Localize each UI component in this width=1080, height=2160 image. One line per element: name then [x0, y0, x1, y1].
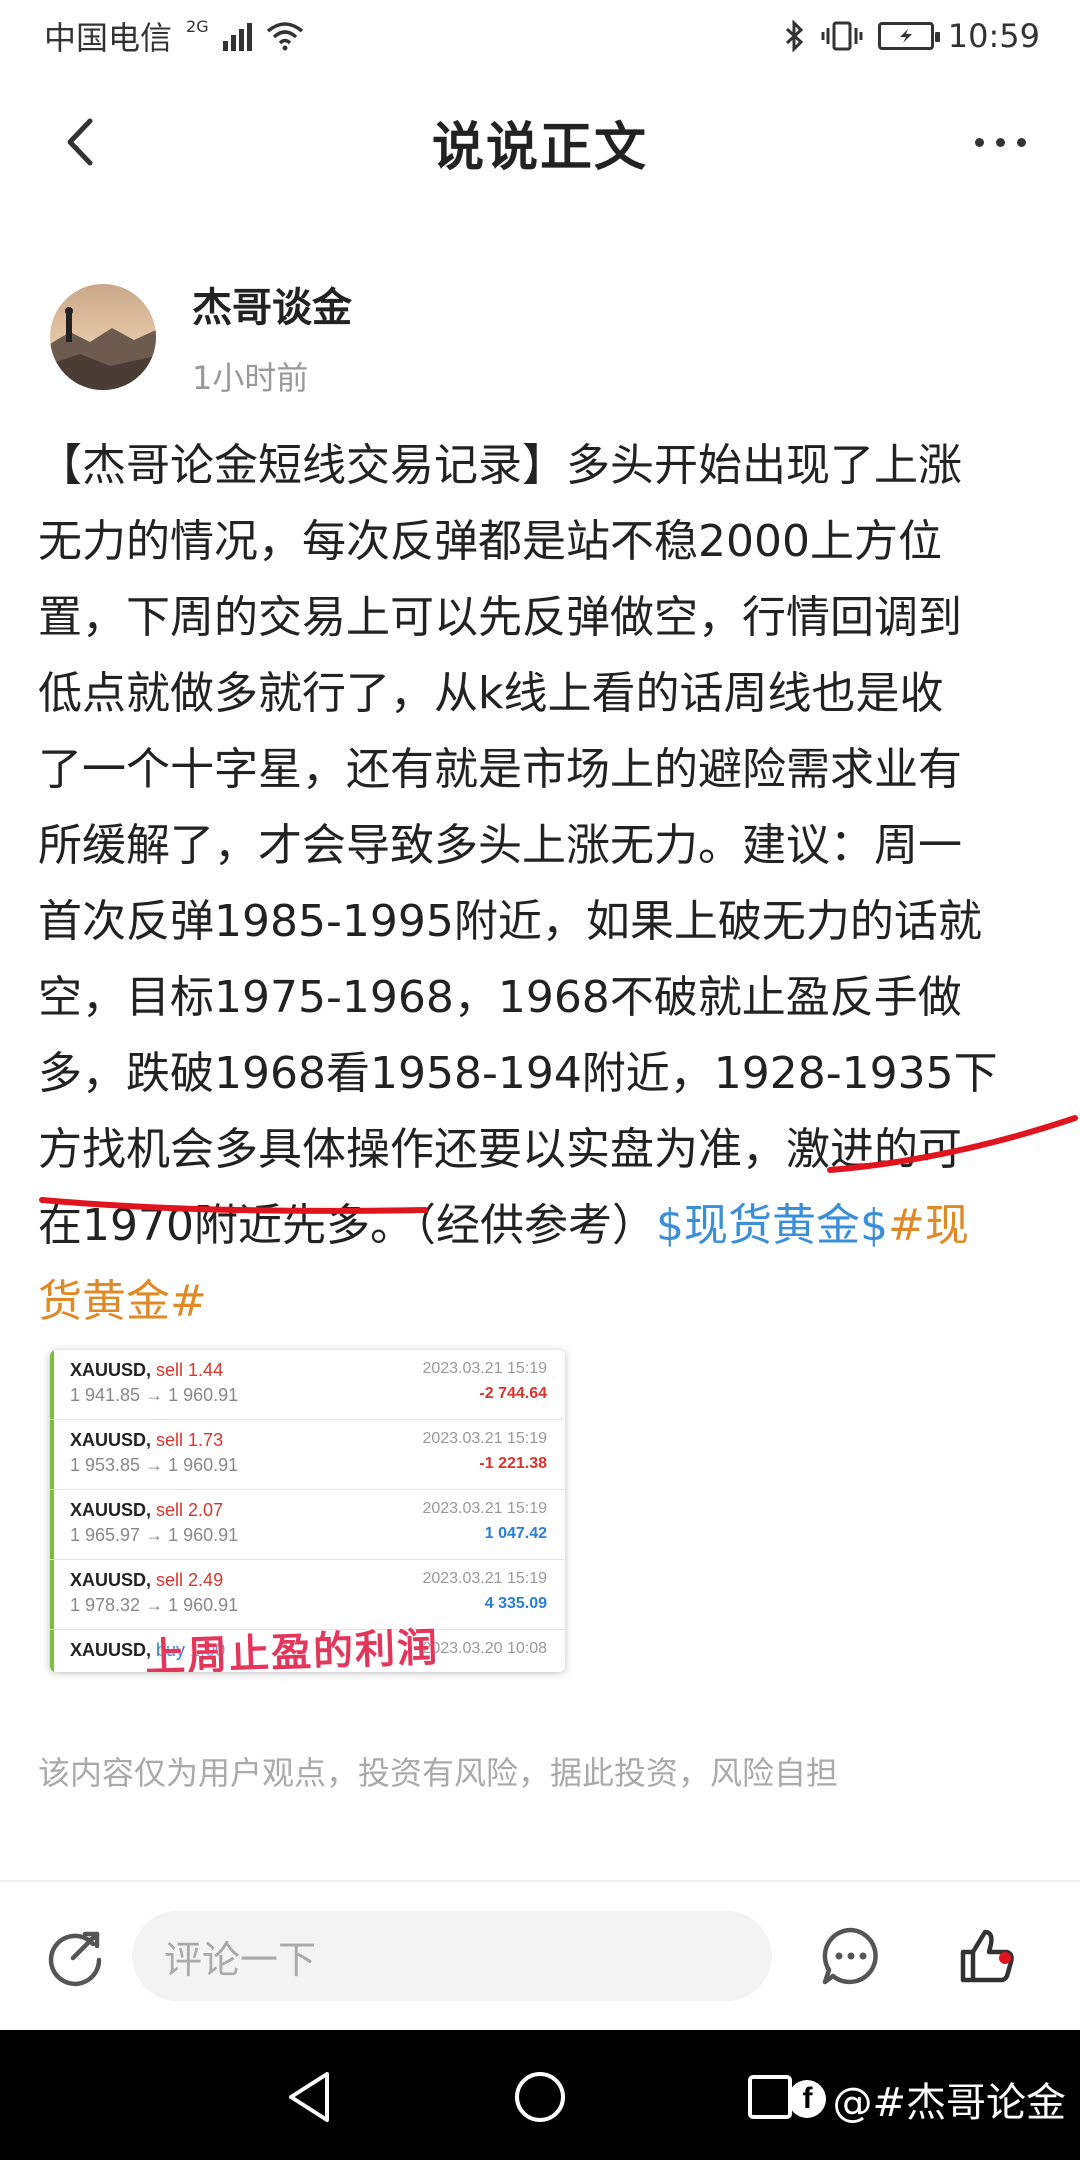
comment-bubble-icon — [822, 1927, 878, 1985]
trade-profit: 1 047.42 — [484, 1525, 547, 1542]
trade-date: 2023.03.21 15:19 — [422, 1430, 547, 1447]
comment-placeholder: 评论一下 — [164, 1937, 317, 1982]
profit-overlay-caption: 上周止盈的利润 — [144, 1624, 440, 1672]
trade-direction: sell 1.44 — [156, 1360, 224, 1380]
trade-row: XAUUSD, sell 2.07 2023.03.21 15:19 1 965… — [50, 1490, 565, 1560]
comment-input[interactable]: 评论一下 — [132, 1911, 772, 2001]
trade-prices: 1 941.85 → 1 960.91 — [70, 1385, 239, 1405]
nav-back-button[interactable] — [275, 2062, 345, 2132]
trade-symbol: XAUUSD, — [70, 1640, 152, 1660]
comments-button[interactable] — [816, 1921, 886, 1991]
trade-profit: 4 335.09 — [484, 1595, 547, 1612]
share-icon — [48, 1931, 102, 1987]
trade-date: 2023.03.21 15:19 — [422, 1360, 547, 1377]
circle-home-icon — [515, 2072, 565, 2122]
trade-row: XAUUSD, sell 1.73 2023.03.21 15:19 1 953… — [50, 1420, 565, 1490]
trade-symbol: XAUUSD, — [70, 1360, 152, 1380]
trade-date: 2023.03.21 15:19 — [422, 1570, 547, 1587]
system-nav-bar: f @#杰哥论金 — [0, 2030, 1080, 2160]
trade-prices: 1 953.85 → 1 960.91 — [70, 1455, 239, 1475]
trade-symbol: XAUUSD, — [70, 1430, 152, 1450]
watermark-text: @#杰哥论金 — [832, 2080, 1066, 2126]
trade-direction: sell 1.73 — [156, 1430, 224, 1450]
nav-home-button[interactable] — [505, 2062, 575, 2132]
triangle-back-icon — [289, 2072, 329, 2122]
trade-direction: sell 2.49 — [156, 1570, 224, 1590]
bottom-action-bar: 评论一下 — [0, 1880, 1080, 2030]
trade-direction: sell 2.07 — [156, 1500, 224, 1520]
trade-symbol: XAUUSD, — [70, 1570, 152, 1590]
trade-profit: -2 744.64 — [479, 1385, 547, 1402]
trade-profit: -1 221.38 — [479, 1455, 547, 1472]
trade-row: XAUUSD, sell 1.44 2023.03.21 15:19 1 941… — [50, 1350, 565, 1420]
trade-screenshot[interactable]: XAUUSD, sell 1.44 2023.03.21 15:19 1 941… — [50, 1350, 565, 1672]
trade-symbol: XAUUSD, — [70, 1500, 152, 1520]
facebook-icon: f — [788, 2080, 827, 2118]
watermark: f @#杰哥论金 — [788, 2070, 1066, 2128]
red-underline-annotation — [39, 1115, 1078, 1214]
thumbs-up-icon — [960, 1929, 1014, 1983]
share-button[interactable] — [40, 1921, 110, 1991]
trade-prices: 1 965.97 → 1 960.91 — [70, 1525, 239, 1545]
like-button[interactable] — [952, 1921, 1022, 1991]
trade-date: 2023.03.20 10:08 — [422, 1640, 547, 1657]
risk-disclaimer: 该内容仅为用户观点，投资有风险，据此投资，风险自担 — [38, 1754, 839, 1792]
trade-date: 2023.03.21 15:19 — [422, 1500, 547, 1517]
trade-prices: 1 978.32 → 1 960.91 — [70, 1595, 239, 1615]
